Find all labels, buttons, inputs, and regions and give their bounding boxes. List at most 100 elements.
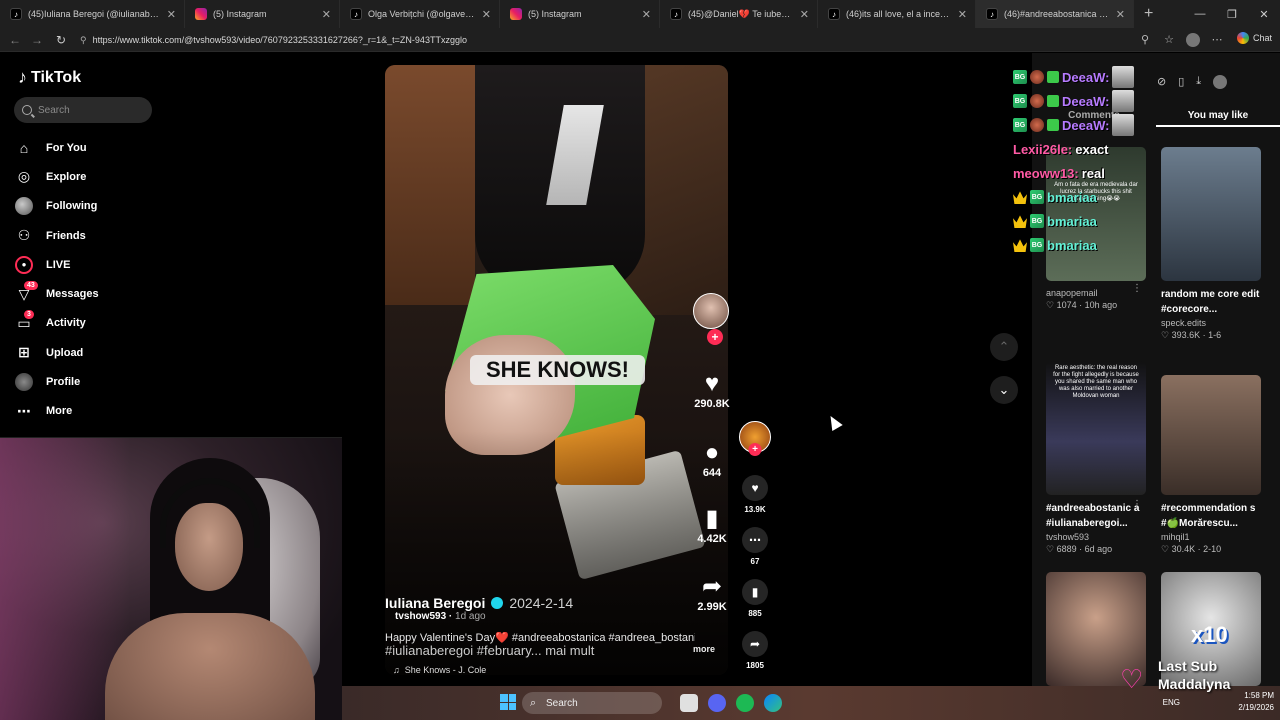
sidebar-item-friends[interactable]: ⚇ Friends	[14, 221, 194, 250]
crown-icon	[1013, 239, 1027, 252]
close-tab-icon[interactable]: ✕	[322, 8, 331, 21]
inner-like[interactable]: ♥ 290.8K	[690, 370, 734, 410]
inner-share[interactable]: ➦ 2.99K	[690, 573, 734, 613]
next-video-button[interactable]: ⌄	[990, 376, 1018, 404]
close-tab-icon[interactable]: ✕	[482, 8, 491, 21]
site-info-icon[interactable]: ⚲	[80, 35, 87, 45]
browser-tab[interactable]: (5) Instagram ✕	[185, 0, 340, 28]
search-input[interactable]: Search	[14, 97, 152, 123]
sidebar-item-following[interactable]: Following	[14, 192, 194, 221]
edge-icon[interactable]	[764, 694, 782, 712]
card-stats: ♡ 1074 · 10h ago	[1046, 300, 1118, 310]
posted-ago: 1d ago	[455, 611, 486, 622]
nav-label: For You	[46, 141, 87, 154]
save-button[interactable]: ▮ 885	[738, 579, 772, 618]
browser-tab[interactable]: ♪ (45)@Daniel💔 Te iubesc atât de mult ✕	[660, 0, 818, 28]
spotify-icon[interactable]	[736, 694, 754, 712]
tiktok-icon: ♪	[986, 8, 998, 20]
close-tab-icon[interactable]: ✕	[642, 8, 651, 21]
share-icon: ➦	[701, 573, 723, 600]
mouse-cursor	[825, 412, 843, 432]
download-icon[interactable]: ⤓	[1196, 75, 1201, 89]
menu-icon[interactable]: ⋯	[1210, 33, 1224, 47]
video-player[interactable]: SHE KNOWS! Iuliana Beregoi 2024-2-14 tvs…	[385, 65, 728, 675]
music-title: She Knows - J. Cole	[404, 665, 487, 675]
close-tab-icon[interactable]: ✕	[958, 8, 967, 21]
nav-label: Activity	[46, 317, 86, 330]
last-sub-title: Last Sub	[1158, 658, 1218, 674]
share-button[interactable]: ➦ 1805	[738, 631, 772, 670]
sidebar-item-messages[interactable]: ▽ 43 Messages	[14, 279, 194, 308]
sidebar-item-for-you[interactable]: ⌂ For You	[14, 133, 194, 162]
maximize-icon[interactable]: ❐	[1216, 8, 1248, 21]
sidebar-item-activity[interactable]: ▭ 3 Activity	[14, 309, 194, 338]
favorite-icon[interactable]: ☆	[1162, 33, 1176, 47]
tiktok-logo[interactable]: ♪ TikTok	[18, 67, 81, 88]
copilot-icon	[1236, 32, 1249, 44]
more-options-icon[interactable]: ⋮	[1132, 499, 1142, 510]
new-tab-icon[interactable]: +	[1144, 5, 1153, 23]
stream-chat-overlay: BG DeeaW: BG DeeaW: BG DeeaW: Lexii26le:…	[1013, 66, 1173, 257]
sidebar-item-live[interactable]: ● LIVE	[14, 250, 194, 279]
browser-tab-active[interactable]: ♪ (46)#andreeabostanica #andreea ✕	[976, 0, 1134, 28]
close-tab-icon[interactable]: ✕	[800, 8, 809, 21]
follow-plus-icon[interactable]: +	[748, 443, 762, 456]
sub-multiplier-badge: x10	[1191, 622, 1228, 647]
follow-plus-icon[interactable]: +	[707, 329, 723, 345]
caption-more-button[interactable]: more	[693, 644, 715, 654]
file-explorer-icon[interactable]	[680, 694, 698, 712]
tab-you-may-like[interactable]: You may like	[1156, 105, 1280, 127]
minimize-icon[interactable]: —	[1184, 8, 1216, 20]
back-icon[interactable]: ←	[6, 31, 24, 49]
comment-button[interactable]: ⋯ 67	[738, 527, 772, 566]
emote-icon	[1112, 90, 1135, 112]
instagram-icon	[510, 8, 522, 20]
creator-avatar[interactable]: +	[738, 421, 772, 456]
inner-creator-avatar[interactable]: +	[693, 293, 737, 345]
discord-icon[interactable]	[708, 694, 726, 712]
like-button[interactable]: ♥ 13.9K	[738, 475, 772, 514]
chat-username: DeeaW:	[1062, 69, 1110, 85]
recommended-video-card[interactable]: #recommendation s #🍏Morărescu... mihqil1…	[1161, 375, 1263, 555]
taskbar-search-label: Search	[546, 697, 578, 709]
comment-icon: ⋯	[742, 527, 768, 553]
extensions-icon[interactable]: ⚲	[1138, 33, 1152, 47]
music-link[interactable]: ♫ She Knows - J. Cole	[393, 665, 486, 675]
close-tab-icon[interactable]: ✕	[1116, 8, 1125, 21]
phone-icon[interactable]: ▯	[1178, 75, 1184, 89]
browser-tab[interactable]: ♪ Olga Verbițchi (@olgaverbitki) | TikTo…	[340, 0, 500, 28]
taskbar-search[interactable]: ⌕ Search	[522, 692, 662, 714]
sidebar-item-upload[interactable]: ⊞ Upload	[14, 338, 194, 367]
recommended-video-card[interactable]: Rare aesthetic: the real reason for the …	[1046, 361, 1148, 555]
sidebar-item-profile[interactable]: Profile	[14, 367, 194, 396]
copilot-chat-button[interactable]: Chat	[1236, 32, 1272, 44]
activity-icon: ▭ 3	[14, 310, 34, 333]
close-window-icon[interactable]: ✕	[1248, 8, 1280, 21]
card-stats: ♡ 393.6K · 1-6	[1161, 330, 1222, 340]
tiktok-icon: ♪	[828, 8, 840, 20]
recommended-video-card[interactable]: random me core edit #corecore... speck.e…	[1161, 147, 1263, 341]
sidebar-item-explore[interactable]: ◎ Explore	[14, 162, 194, 191]
inner-save[interactable]: ▮ 4.42K	[690, 505, 734, 545]
video-handle[interactable]: tvshow593 · 1d ago	[395, 611, 486, 622]
browser-tab[interactable]: ♪ (45)Iuliana Beregoi (@iulianaberegoi) …	[0, 0, 185, 28]
card-author: speck.edits	[1161, 318, 1207, 328]
inner-comment[interactable]: ● 644	[690, 439, 734, 479]
profile-avatar-icon[interactable]	[1186, 33, 1200, 47]
avatar[interactable]	[1213, 75, 1228, 89]
previous-video-button[interactable]: ⌃	[990, 333, 1018, 361]
chat-message: BG bmariaa	[1013, 233, 1173, 257]
tiktok-icon: ♪	[350, 8, 362, 20]
browser-tab[interactable]: ♪ (46)its all love, el a inceput rageba …	[818, 0, 976, 28]
sidebar-item-more[interactable]: ⋯ More	[14, 397, 194, 426]
sub-badge-icon: BG	[1013, 118, 1027, 132]
forward-icon[interactable]: →	[28, 31, 46, 49]
close-tab-icon[interactable]: ✕	[167, 8, 176, 21]
browser-tab[interactable]: (5) Instagram ✕	[500, 0, 660, 28]
card-time: 6d ago	[1084, 544, 1113, 554]
url-field[interactable]: ⚲ https://www.tiktok.com/@tvshow593/video…	[80, 31, 980, 49]
video-author[interactable]: Iuliana Beregoi 2024-2-14	[385, 595, 573, 611]
more-options-icon[interactable]: ⋮	[1132, 283, 1142, 294]
windows-start-icon[interactable]	[500, 694, 516, 710]
reload-icon[interactable]: ↻	[52, 31, 70, 49]
